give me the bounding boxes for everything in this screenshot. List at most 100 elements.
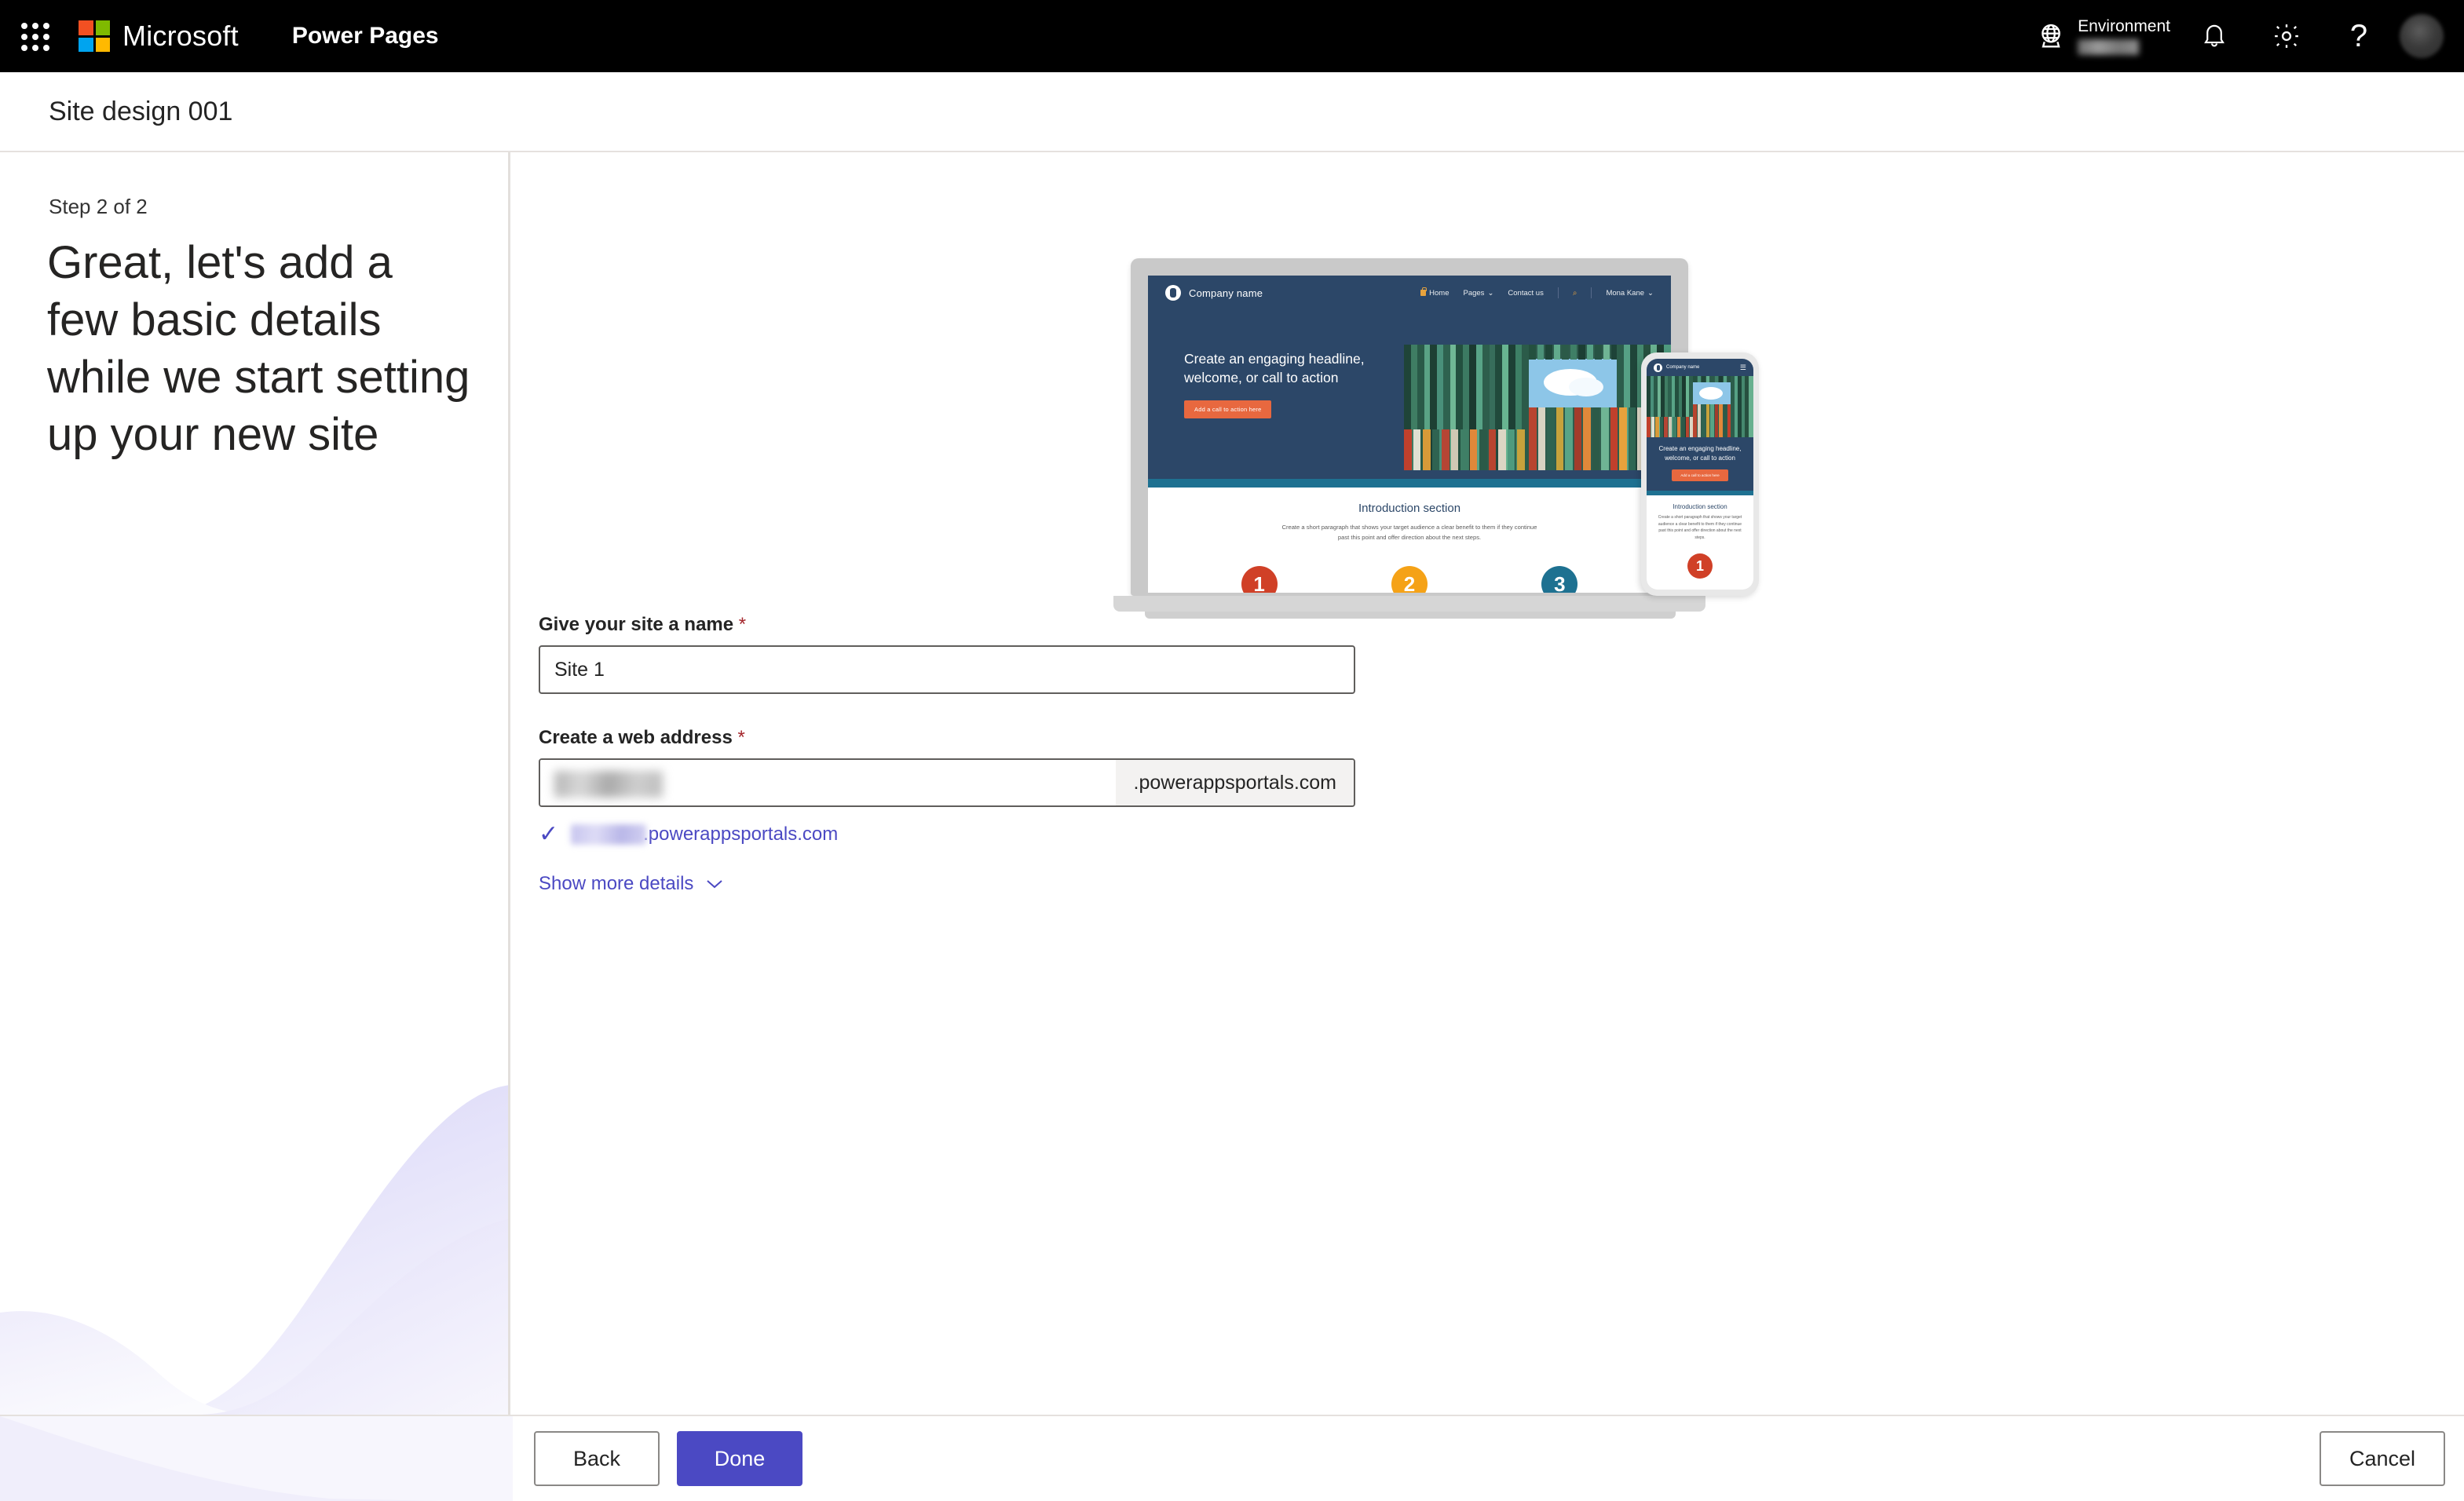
preview-intro-body: Create a short paragraph that shows your…	[1281, 524, 1537, 541]
suite-header-right: Environment ?	[2035, 0, 2464, 72]
web-address-confirm-suffix: .powerappsportals.com	[643, 824, 839, 845]
waffle-dot	[21, 34, 27, 40]
preview-brand-icon	[1165, 285, 1181, 301]
required-asterisk: *	[737, 727, 745, 748]
preview-hero-headline: Create an engaging headline, welcome, or…	[1184, 351, 1365, 385]
laptop-base	[1113, 596, 1705, 612]
page-title-bar: Site design 001	[0, 72, 2464, 152]
preview-intro-section: Introduction section Create a short para…	[1148, 488, 1671, 593]
cancel-button[interactable]: Cancel	[2320, 1431, 2445, 1486]
globe-icon	[2042, 24, 2060, 48]
question-mark-icon: ?	[2349, 19, 2368, 53]
preview-circle-2: 2	[1391, 566, 1428, 593]
environment-label: Environment	[2078, 17, 2170, 35]
phone-hero-cta-button: Add a call to action here	[1672, 469, 1728, 481]
preview-hero-text: Create an engaging headline, welcome, or…	[1184, 349, 1420, 418]
preview-hero-cta-button: Add a call to action here	[1184, 400, 1272, 418]
avatar[interactable]	[2400, 14, 2444, 58]
preview-circle-1: 1	[1241, 566, 1278, 593]
web-address-suffix: .powerappsportals.com	[1115, 760, 1354, 805]
done-button[interactable]: Done	[677, 1431, 802, 1486]
preview-site-nav: Company name Home Pages ⌄ Contact us ⌕ M…	[1148, 276, 1671, 310]
microsoft-squares-icon	[79, 20, 110, 52]
preview-nav-user: Mona Kane ⌄	[1606, 289, 1654, 298]
web-address-label-text: Create a web address	[539, 727, 733, 748]
laptop-screen: Company name Home Pages ⌄ Contact us ⌕ M…	[1148, 276, 1671, 593]
waffle-dot	[32, 23, 38, 29]
wizard-headline: Great, let's add a few basic details whi…	[47, 237, 470, 460]
bell-icon	[2204, 24, 2225, 47]
preview-brand-name: Company name	[1189, 287, 1263, 299]
phone-hero-image	[1647, 376, 1753, 437]
bookshelf-photo-icon	[1404, 345, 1671, 470]
site-details-form: Give your site a name * Create a web add…	[539, 614, 1481, 895]
phone-hero: Create an engaging headline, welcome, or…	[1647, 437, 1753, 491]
preview-nav-links: Home Pages ⌄ Contact us ⌕ Mona Kane ⌄	[1420, 287, 1654, 298]
preview-intro-heading: Introduction section	[1358, 502, 1461, 515]
phone-screen: Company name ☰ Create an engaging headli…	[1647, 359, 1753, 590]
app-launcher-icon[interactable]	[17, 19, 52, 53]
phone-intro-section: Introduction section Create a short para…	[1647, 495, 1753, 579]
settings-button[interactable]	[2250, 0, 2323, 72]
preview-numbered-circles: 1 2 3	[1148, 566, 1671, 593]
environment-picker[interactable]: Environment	[2035, 17, 2170, 55]
preview-nav-user-label: Mona Kane	[1606, 288, 1645, 298]
waffle-dot	[21, 23, 27, 29]
waffle-dot	[32, 34, 38, 40]
web-address-group: .powerappsportals.com	[539, 758, 1355, 807]
phone-intro-body: Create a short paragraph that shows your…	[1658, 515, 1742, 540]
back-button[interactable]: Back	[534, 1431, 660, 1486]
waffle-dot	[43, 34, 49, 40]
notifications-button[interactable]	[2178, 0, 2250, 72]
phone-circle-1: 1	[1687, 553, 1713, 579]
footer-wave-graphic	[0, 1416, 513, 1501]
logo-square-red	[79, 20, 93, 35]
step-indicator: Step 2 of 2	[49, 195, 148, 218]
waffle-dot	[43, 23, 49, 29]
preview-circle-3: 3	[1541, 566, 1578, 593]
wizard-side-panel: Step 2 of 2 Great, let's add a few basic…	[0, 152, 510, 1415]
logo-square-green	[95, 20, 110, 35]
logo-square-yellow	[95, 37, 110, 52]
help-button[interactable]: ?	[2323, 0, 2395, 72]
waffle-dot	[43, 45, 49, 51]
phone-brand-icon	[1654, 363, 1662, 372]
phone-mockup: Company name ☰ Create an engaging headli…	[1641, 352, 1759, 596]
preview-nav-contact: Contact us	[1508, 289, 1543, 298]
logo-square-blue	[79, 37, 93, 52]
microsoft-wordmark: Microsoft	[122, 20, 239, 52]
site-name-label: Give your site a name *	[539, 614, 1481, 636]
chevron-down-icon: ⌄	[1647, 288, 1654, 298]
search-icon: ⌕	[1572, 288, 1577, 298]
hamburger-menu-icon: ☰	[1739, 363, 1746, 371]
preview-nav-pages-label: Pages	[1463, 288, 1485, 298]
site-name-input[interactable]	[539, 645, 1355, 694]
bookshelf-photo-icon	[1647, 376, 1753, 437]
check-icon: ✓	[539, 821, 559, 847]
preview-hero-image	[1404, 345, 1671, 470]
wizard-content-panel: Company name Home Pages ⌄ Contact us ⌕ M…	[513, 152, 2464, 1415]
wizard-footer: Back Done Cancel	[513, 1415, 2464, 1501]
nav-divider	[1591, 287, 1592, 298]
waffle-dot	[32, 45, 38, 51]
page-title: Site design 001	[49, 96, 233, 126]
preview-hero: Create an engaging headline, welcome, or…	[1148, 310, 1671, 479]
phone-brand-name: Company name	[1666, 365, 1700, 370]
laptop-mockup: Company name Home Pages ⌄ Contact us ⌕ M…	[1113, 258, 1705, 619]
suite-header: Microsoft Power Pages Environment ?	[0, 0, 2464, 72]
preview-nav-home: Home	[1420, 287, 1450, 298]
show-more-details-link[interactable]: Show more details	[539, 873, 1481, 895]
footer-left-stripe	[0, 1415, 513, 1501]
gear-icon	[2275, 24, 2298, 48]
web-address-availability: ✓ .powerappsportals.com	[539, 823, 1481, 846]
decorative-wave-graphic	[0, 1085, 508, 1415]
app-name[interactable]: Power Pages	[292, 23, 439, 49]
preview-nav-contact-label: Contact us	[1508, 288, 1544, 298]
waffle-dot	[21, 45, 27, 51]
chevron-down-icon: ⌄	[1487, 288, 1494, 298]
site-name-label-text: Give your site a name	[539, 614, 734, 635]
web-address-confirm-prefix-redacted	[571, 824, 647, 845]
phone-intro-heading: Introduction section	[1673, 503, 1727, 510]
lock-icon	[1420, 287, 1427, 296]
microsoft-logo[interactable]: Microsoft	[79, 20, 239, 53]
